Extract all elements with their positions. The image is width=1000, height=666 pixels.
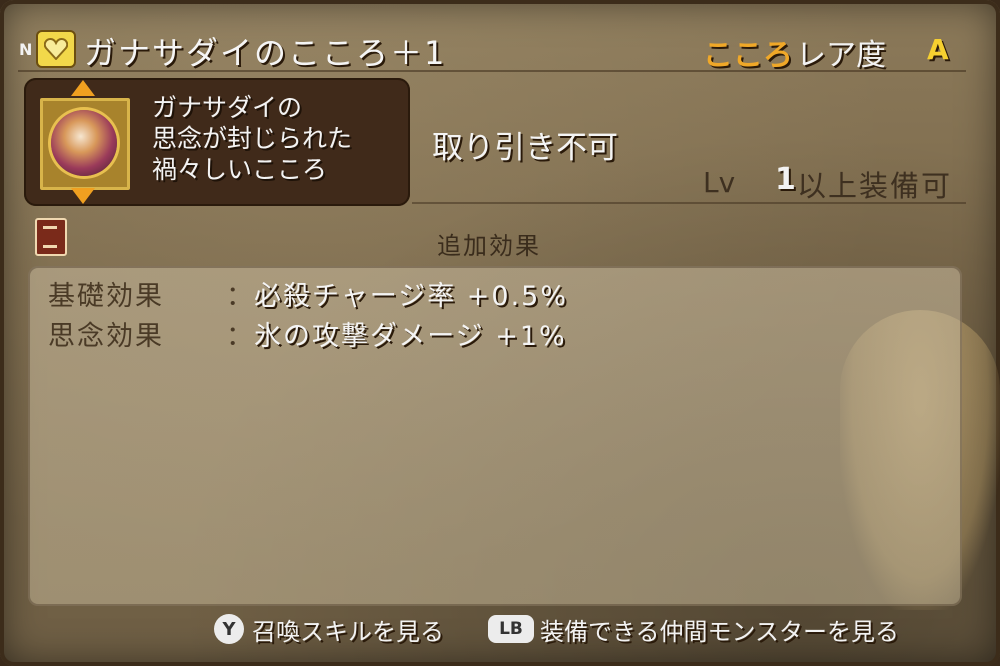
equippable-monsters-link[interactable]: 装備できる仲間モンスターを見る [540,612,899,647]
trade-status: 取り引き不可 [432,130,618,166]
rarity-kokoro-label: こころ [703,38,793,73]
effects-panel: 基礎効果 ： 必殺チャージ率 +0.5% 思念効果 ： 氷の攻撃ダメージ +1% [28,266,962,606]
y-button-icon[interactable]: Y [214,614,244,644]
heart-icon [36,30,76,68]
header-divider [18,70,966,72]
level-divider [412,202,966,204]
effects-section-title: 追加効果 [437,232,541,260]
arrow-up-icon[interactable] [71,80,95,96]
rarity-label: レア度 [796,38,886,73]
effect-value: 必殺チャージ率 +0.5% [254,281,568,312]
effect-label: 思念効果 [48,321,164,352]
lb-button-icon[interactable]: LB [488,615,534,643]
description-line: ガナサダイの [152,93,303,122]
effect-colon: ： [226,321,253,352]
item-description: ガナサダイの 思念が封じられた 禍々しいこころ [152,92,402,185]
book-icon [35,218,67,256]
arrow-down-icon[interactable] [71,188,95,204]
summon-skill-link[interactable]: 召喚スキルを見る [252,612,444,647]
level-label: Lv [703,166,736,199]
kokoro-detail-window: N ガナサダイのこころ＋1 こころ レア度 A ガナサダイの 思念が封じられた … [0,0,1000,666]
item-icon-frame [40,98,130,190]
rarity-grade: A [927,33,949,66]
ganasadai-portrait-icon [51,110,117,176]
level-value: 1 [775,162,796,197]
description-line: 思念が封じられた [152,124,353,153]
effect-colon: ： [226,281,253,312]
description-line: 禍々しいこころ [152,155,328,184]
effect-label: 基礎効果 [48,281,164,312]
level-suffix: 以上装備可 [797,169,953,203]
footer-controls: Y 召喚スキルを見る LB 装備できる仲間モンスターを見る [0,606,1000,650]
item-title: ガナサダイのこころ＋1 [84,34,447,72]
grade-mark: N [19,40,33,59]
item-card: ガナサダイの 思念が封じられた 禍々しいこころ [24,78,410,206]
effect-value: 氷の攻撃ダメージ +1% [254,321,567,352]
